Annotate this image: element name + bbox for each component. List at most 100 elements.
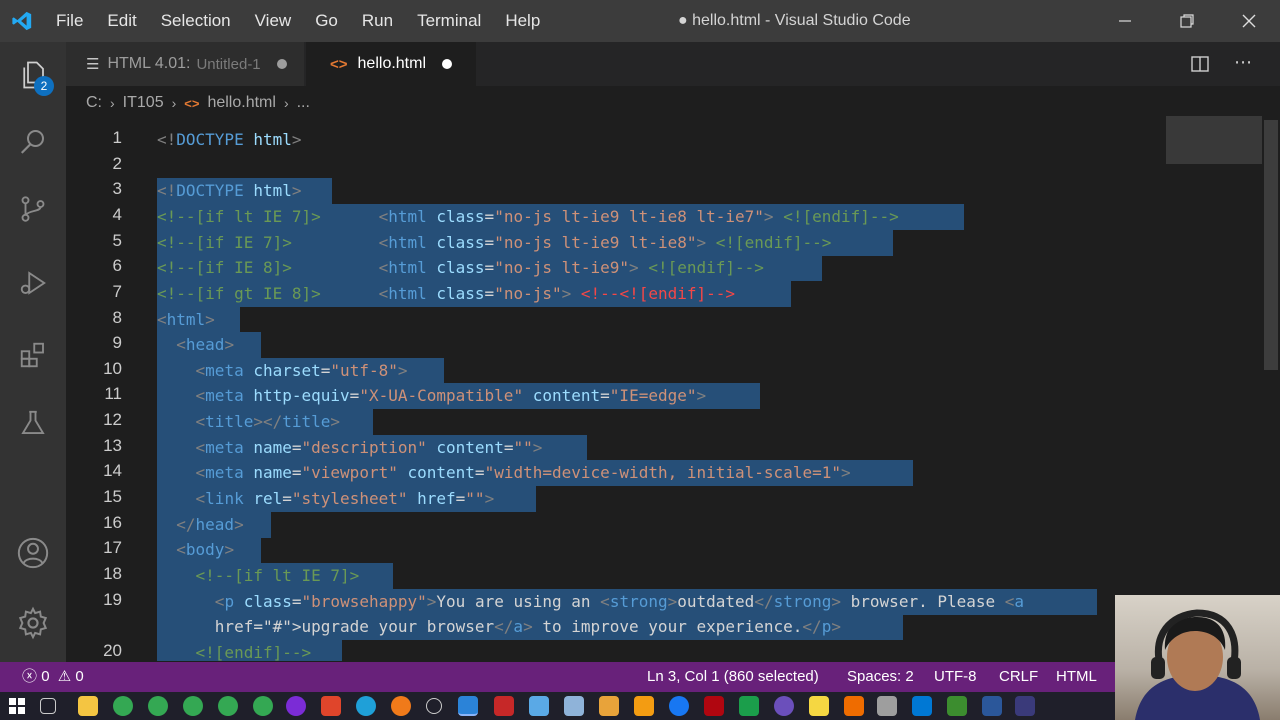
chrome-icon[interactable] — [218, 696, 238, 716]
html-file-icon: <> — [330, 55, 348, 73]
line-number: 4 — [112, 205, 122, 224]
line-number: 20 — [103, 641, 122, 660]
line-number: 8 — [112, 308, 122, 327]
explorer-button[interactable]: 2 — [0, 42, 66, 108]
split-editor-button[interactable] — [1190, 54, 1210, 78]
code-line: <![endif]--> — [195, 643, 312, 661]
code-line: <!--[if IE 7]> <html class="no-js lt-ie9… — [157, 233, 832, 252]
warning-count: 0 — [75, 668, 84, 685]
app-yellow-icon[interactable] — [809, 696, 829, 716]
code-line: <meta charset="utf-8"> — [195, 361, 408, 380]
source-control-button[interactable] — [0, 176, 66, 242]
unsaved-dot-icon[interactable] — [442, 59, 453, 69]
indentation[interactable]: Spaces: 2 — [847, 662, 914, 692]
app-blue-icon[interactable] — [912, 696, 932, 716]
line-number: 9 — [112, 333, 122, 352]
list-icon: ☰ — [86, 56, 100, 73]
netflix-icon[interactable] — [704, 696, 724, 716]
breadcrumb: C: › IT105 › <> hello.html › ... — [66, 86, 1280, 120]
run-debug-icon — [20, 271, 46, 295]
accounts-button[interactable] — [0, 520, 66, 586]
encoding[interactable]: UTF-8 — [934, 662, 977, 692]
manage-button[interactable] — [0, 590, 66, 656]
excel-x-icon[interactable] — [739, 696, 759, 716]
restore-button[interactable] — [1156, 0, 1218, 42]
chrome-icon[interactable] — [183, 696, 203, 716]
word-icon[interactable] — [982, 696, 1002, 716]
vertical-scrollbar[interactable] — [1264, 120, 1278, 370]
account-icon — [17, 537, 49, 569]
minimize-icon — [1119, 20, 1131, 22]
code-line: <meta http-equiv="X-UA-Compatible" conte… — [195, 386, 707, 405]
menu-go[interactable]: Go — [303, 0, 350, 42]
breadcrumb-file[interactable]: hello.html — [207, 94, 275, 112]
calculator-icon[interactable] — [564, 696, 584, 716]
tor-browser-icon[interactable] — [286, 696, 306, 716]
breadcrumb-folder[interactable]: IT105 — [123, 94, 164, 112]
minimize-button[interactable] — [1094, 0, 1156, 42]
minimap[interactable] — [1166, 116, 1262, 164]
filezilla-icon[interactable] — [494, 696, 514, 716]
settings-app-icon[interactable] — [877, 696, 897, 716]
settings-gear-icon — [18, 606, 48, 640]
task-view-icon[interactable] — [40, 698, 56, 714]
breadcrumb-more[interactable]: ... — [297, 94, 310, 112]
chrome-icon[interactable] — [253, 696, 273, 716]
edge-icon[interactable] — [356, 696, 376, 716]
chrome-icon[interactable] — [113, 696, 133, 716]
testing-button[interactable] — [0, 390, 66, 456]
code-editor[interactable]: 1 2 3 4 5 6 7 8 9 10 11 12 13 14 15 16 17 18 19 20 <!DOCTYP… — [66, 120, 1280, 661]
extensions-button[interactable] — [0, 322, 66, 388]
vscode-taskbar-icon[interactable] — [458, 696, 478, 716]
close-button[interactable] — [1218, 0, 1280, 42]
windows-start-icon[interactable] — [9, 698, 25, 718]
tab-label: hello.html — [357, 55, 427, 72]
chrome-icon[interactable] — [148, 696, 168, 716]
source-control-icon — [21, 196, 45, 222]
menu-selection[interactable]: Selection — [149, 0, 243, 42]
close-icon — [1242, 14, 1256, 28]
split-editor-icon — [1191, 56, 1209, 72]
menu-edit[interactable]: Edit — [95, 0, 148, 42]
problems-indicator[interactable]: ⓧ 0 ⚠ 0 — [22, 662, 84, 692]
tab-hello-html[interactable]: <> hello.html — [306, 42, 476, 86]
app-purple-icon[interactable] — [774, 696, 794, 716]
explorer-badge: 2 — [34, 76, 54, 96]
notepad-icon[interactable] — [529, 696, 549, 716]
line-number: 3 — [112, 179, 122, 198]
brave-icon[interactable] — [321, 696, 341, 716]
app-green-icon[interactable] — [947, 696, 967, 716]
language-mode[interactable]: HTML — [1056, 662, 1097, 692]
tab-untitled-1[interactable]: ☰ HTML 4.01: Untitled-1 — [66, 42, 304, 86]
line-number: 19 — [103, 590, 122, 609]
menu-view[interactable]: View — [243, 0, 304, 42]
end-of-line[interactable]: CRLF — [999, 662, 1038, 692]
vlc-icon[interactable] — [634, 696, 654, 716]
line-number: 1 — [112, 128, 122, 147]
xampp-icon[interactable] — [599, 696, 619, 716]
clock-app-icon[interactable] — [426, 698, 442, 714]
more-actions-icon[interactable]: ⋯ — [1234, 52, 1252, 73]
error-icon: ⓧ — [22, 668, 38, 685]
app-dark-icon[interactable] — [1015, 696, 1035, 716]
search-button[interactable] — [0, 108, 66, 174]
file-explorer-icon[interactable] — [78, 696, 98, 716]
activity-bar: 2 — [0, 42, 66, 662]
windows-taskbar — [0, 692, 1280, 720]
code-line: <!--[if lt IE 7]> — [195, 566, 360, 585]
menu-file[interactable]: File — [44, 0, 95, 42]
title-bar: File Edit Selection View Go Run Terminal… — [0, 0, 1280, 42]
code-line: <link rel="stylesheet" href=""> — [195, 489, 495, 508]
menu-help[interactable]: Help — [493, 0, 552, 42]
messenger-icon[interactable] — [669, 696, 689, 716]
run-debug-button[interactable] — [0, 250, 66, 316]
cursor-position[interactable]: Ln 3, Col 1 (860 selected) — [647, 662, 819, 692]
menu-run[interactable]: Run — [350, 0, 405, 42]
sublime-icon[interactable] — [844, 696, 864, 716]
breadcrumb-drive[interactable]: C: — [86, 94, 102, 112]
extensions-icon — [20, 342, 44, 368]
line-number: 7 — [112, 282, 122, 301]
menu-terminal[interactable]: Terminal — [405, 0, 493, 42]
firefox-icon[interactable] — [391, 696, 411, 716]
unsaved-dot-icon[interactable] — [276, 59, 287, 69]
